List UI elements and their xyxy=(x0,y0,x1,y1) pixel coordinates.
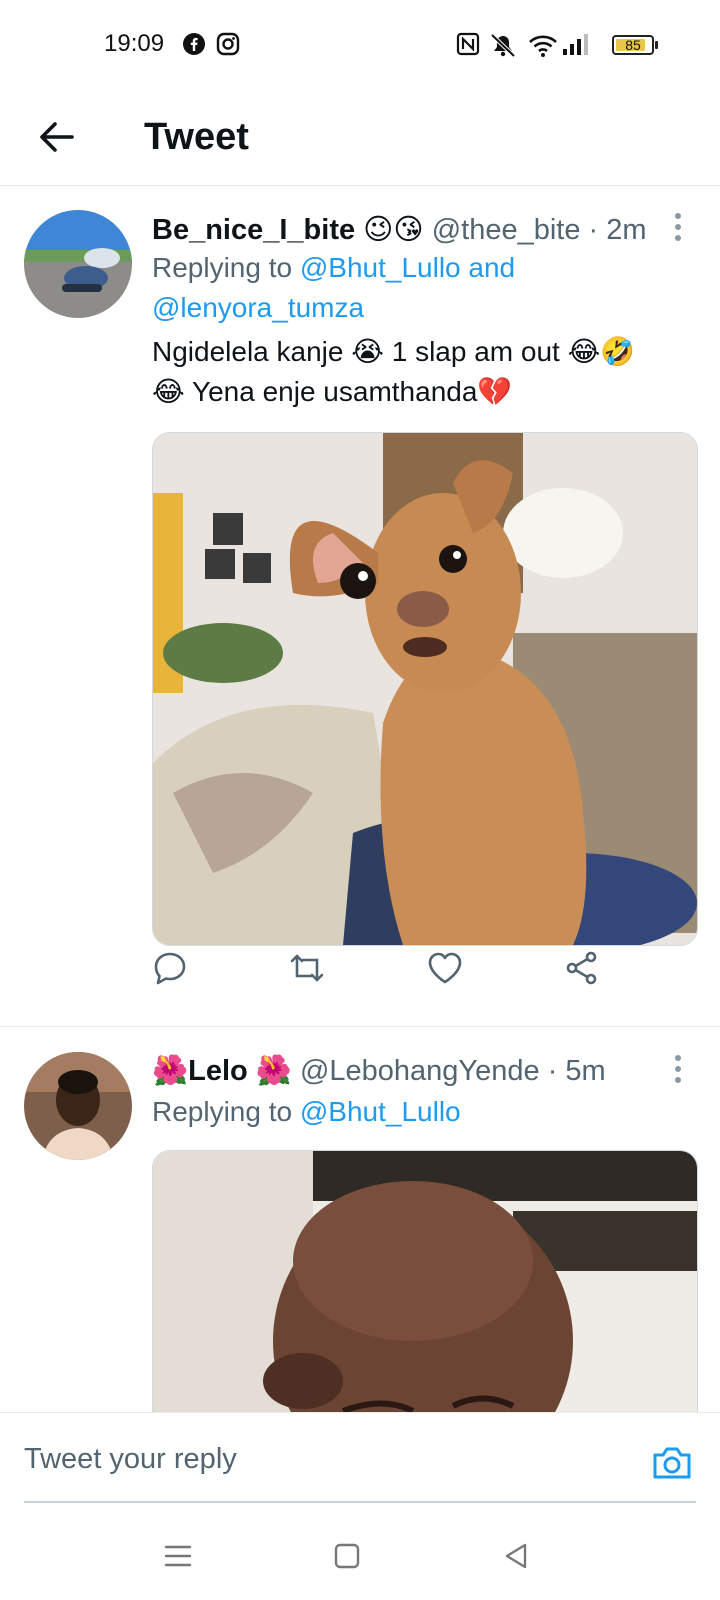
status-bar: 19:09 85 xyxy=(0,0,720,90)
page-title: Tweet xyxy=(144,116,249,158)
tweet-text-line: Ngidelela kanje 😭 1 slap am out 😂🤣 xyxy=(152,336,636,367)
square-icon xyxy=(334,1543,360,1569)
tweet-header: 🌺Lelo 🌺 @LebohangYende · 5m xyxy=(152,1054,606,1088)
camera-icon xyxy=(653,1447,691,1479)
tweet-time: · 2m xyxy=(588,214,647,246)
battery-icon: 85 xyxy=(612,35,654,55)
more-options-button[interactable] xyxy=(668,1052,688,1086)
user-handle[interactable]: @thee_bite xyxy=(432,214,581,246)
user-handle[interactable]: @LebohangYende xyxy=(300,1055,540,1087)
nfc-icon xyxy=(456,32,480,61)
tweet-text: Ngidelela kanje 😭 1 slap am out 😂🤣 😂 Yen… xyxy=(152,332,692,412)
signal-icon xyxy=(562,32,590,61)
reply-icon xyxy=(154,952,186,985)
wifi-icon xyxy=(528,32,558,63)
menu-nav-button[interactable] xyxy=(160,1538,196,1574)
back-arrow-icon xyxy=(40,122,74,152)
home-nav-button[interactable] xyxy=(329,1538,365,1574)
man-crying-photo xyxy=(153,1151,697,1412)
back-button[interactable] xyxy=(30,110,84,164)
more-options-button[interactable] xyxy=(668,210,688,244)
heart-icon xyxy=(428,952,462,984)
reply-button[interactable] xyxy=(150,948,190,988)
flower-emoji: 🌺 xyxy=(152,1055,189,1087)
system-nav-bar xyxy=(0,1512,720,1600)
reply-input[interactable]: Tweet your reply xyxy=(24,1443,237,1476)
tweet-time: · 5m xyxy=(547,1055,606,1087)
hamburger-icon xyxy=(164,1545,192,1567)
replying-prefix: Replying to xyxy=(152,1096,293,1127)
tweet-image[interactable] xyxy=(152,432,698,946)
share-icon xyxy=(566,951,597,985)
reply-mention-link[interactable]: @lenyora_tumza xyxy=(152,292,364,323)
chihuahua-photo xyxy=(153,433,697,945)
battery-percent: 85 xyxy=(625,37,641,53)
display-name[interactable]: Lelo xyxy=(188,1055,248,1087)
replying-prefix: Replying to xyxy=(152,252,293,283)
tweet-text-line: 😂 Yena enje usamthanda💔 xyxy=(152,376,513,407)
replying-to: Replying to @Bhut_Lullo and @lenyora_tum… xyxy=(152,248,692,328)
instagram-icon xyxy=(216,32,240,61)
more-vertical-icon xyxy=(675,213,681,241)
tweet-item[interactable]: Be_nice_I_bite 😉😘 @thee_bite · 2m Replyi… xyxy=(0,190,720,1016)
tweet-header: Be_nice_I_bite 😉😘 @thee_bite · 2m xyxy=(152,212,647,247)
back-nav-button[interactable] xyxy=(498,1538,534,1574)
retweet-icon xyxy=(290,954,324,982)
avatar[interactable] xyxy=(24,210,132,318)
flower-emoji: 🌺 xyxy=(255,1055,292,1087)
replying-to: Replying to @Bhut_Lullo xyxy=(152,1092,692,1132)
display-name[interactable]: Be_nice_I_bite xyxy=(152,214,355,246)
reply-mention-link[interactable]: @Bhut_Lullo xyxy=(300,1096,461,1127)
more-vertical-icon xyxy=(675,1055,681,1083)
mute-icon xyxy=(488,32,518,63)
camera-button[interactable] xyxy=(650,1441,694,1485)
share-button[interactable] xyxy=(562,948,602,988)
reply-input-underline xyxy=(24,1501,696,1503)
status-time: 19:09 xyxy=(104,30,165,57)
divider xyxy=(0,1026,720,1027)
avatar[interactable] xyxy=(24,1052,132,1160)
tweet-image[interactable] xyxy=(152,1150,698,1412)
retweet-button[interactable] xyxy=(287,948,327,988)
like-button[interactable] xyxy=(425,948,465,988)
reply-composer: Tweet your reply xyxy=(0,1412,720,1513)
triangle-back-icon xyxy=(505,1543,527,1569)
facebook-icon xyxy=(182,32,206,61)
battery-nub xyxy=(655,41,658,49)
app-header: Tweet xyxy=(0,90,720,186)
reply-mention-link[interactable]: @Bhut_Lullo and xyxy=(300,252,515,283)
name-emojis: 😉😘 xyxy=(363,214,424,246)
tweet-item[interactable]: 🌺Lelo 🌺 @LebohangYende · 5m Replying to … xyxy=(0,1028,720,1412)
